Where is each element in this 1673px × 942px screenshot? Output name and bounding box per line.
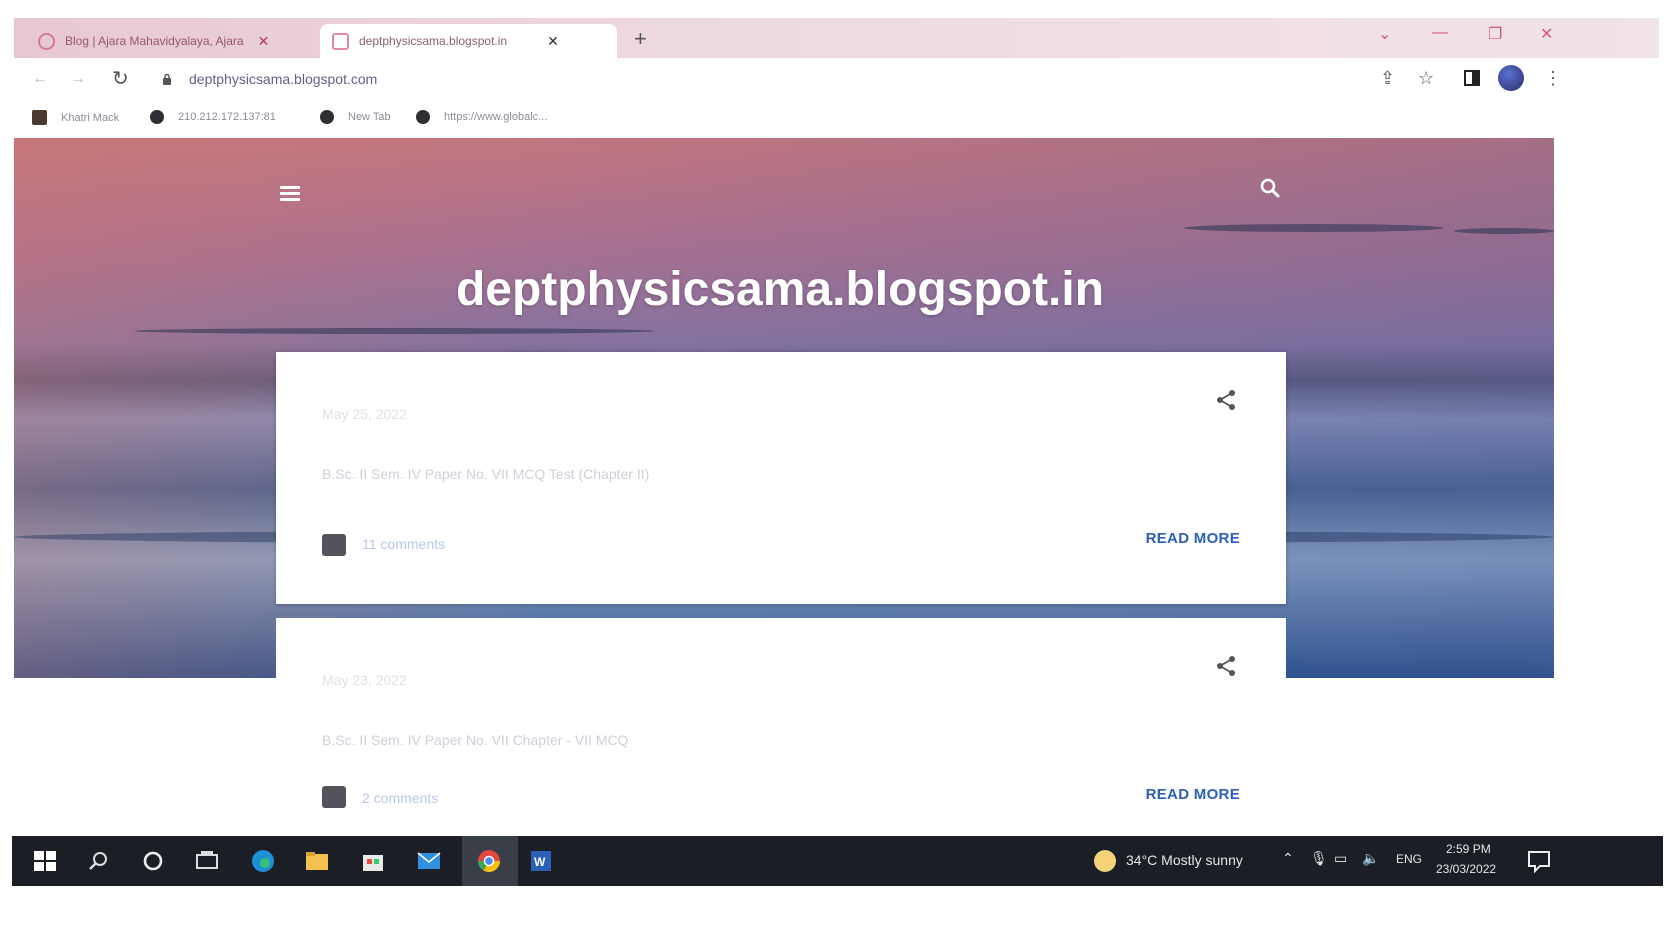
svg-text:W: W — [534, 855, 546, 869]
globe-icon — [416, 110, 430, 124]
bookmark-item[interactable]: Khatri Mack — [32, 110, 119, 125]
chrome-icon[interactable] — [476, 848, 502, 874]
close-window-icon[interactable]: ✕ — [1540, 24, 1553, 44]
store-icon[interactable] — [360, 848, 386, 874]
address-bar[interactable]: deptphysicsama.blogspot.com — [189, 71, 377, 87]
cortana-icon[interactable] — [140, 848, 166, 874]
minimize-icon[interactable]: — — [1432, 24, 1448, 42]
show-hidden-icons-icon[interactable]: ⌃ — [1282, 850, 1294, 867]
comments-link[interactable]: 11 comments — [362, 536, 445, 552]
microphone-icon[interactable]: 🎙 — [1310, 850, 1328, 867]
share-icon[interactable] — [1214, 654, 1238, 678]
restore-icon[interactable]: ❐ — [1488, 24, 1502, 44]
side-panel-icon[interactable] — [1464, 70, 1480, 86]
tab-favicon-icon — [332, 32, 349, 50]
post-title[interactable]: B.Sc. II Sem. IV Paper No. VII Chapter -… — [322, 732, 629, 748]
back-icon[interactable]: ← — [32, 70, 48, 88]
tab-active[interactable]: deptphysicsama.blogspot.in ✕ — [320, 24, 617, 58]
bookmark-label: 210.212.172.137:81 — [178, 111, 276, 123]
blog-title[interactable]: deptphysicsama.blogspot.in — [300, 262, 1260, 317]
globe-icon — [320, 110, 334, 124]
task-view-icon[interactable] — [194, 848, 220, 874]
tab-favicon-icon — [38, 32, 55, 50]
bookmark-item[interactable]: 210.212.172.137:81 — [150, 110, 276, 124]
post-title[interactable]: B.Sc. II Sem. IV Paper No. VII MCQ Test … — [322, 466, 649, 482]
weather-text[interactable]: 34°C Mostly sunny — [1126, 852, 1243, 868]
post-card: May 25, 2022 B.Sc. II Sem. IV Paper No. … — [276, 352, 1286, 604]
globe-icon — [150, 110, 164, 124]
bookmark-label: https://www.globalc... — [444, 111, 548, 123]
tab-search-icon[interactable]: ⌄ — [1378, 24, 1391, 44]
bookmark-item[interactable]: https://www.globalc... — [416, 110, 547, 124]
read-more-button[interactable]: READ MORE — [1146, 786, 1240, 803]
language-indicator[interactable]: ENG — [1396, 852, 1422, 866]
read-more-button[interactable]: READ MORE — [1146, 530, 1240, 547]
profile-avatar[interactable] — [1498, 65, 1524, 91]
word-icon[interactable]: W — [528, 848, 554, 874]
bookmark-star-icon[interactable]: ☆ — [1418, 68, 1434, 89]
bookmarks-bar: Khatri Mack 210.212.172.137:81 New Tab h… — [14, 102, 1659, 138]
cloud-streak — [1454, 228, 1554, 234]
more-menu-icon[interactable]: ⋮ — [1544, 68, 1562, 89]
search-icon[interactable] — [1258, 176, 1282, 200]
post-card: May 23, 2022 B.Sc. II Sem. IV Paper No. … — [276, 618, 1286, 838]
tab-strip: Blog | Ajara Mahavidyalaya, Ajara ✕ dept… — [14, 18, 1659, 58]
forward-icon[interactable]: → — [70, 70, 86, 88]
notifications-icon[interactable] — [1526, 848, 1552, 874]
windows-taskbar: W 34°C Mostly sunny ⌃ 🎙 ▭ 🔈 ENG 2:59 PM … — [12, 836, 1663, 886]
post-date: May 25, 2022 — [322, 406, 407, 422]
close-tab-icon[interactable]: ✕ — [547, 33, 559, 50]
share-icon[interactable] — [1214, 388, 1238, 412]
volume-icon[interactable]: 🔈 — [1362, 850, 1379, 867]
close-tab-icon[interactable]: ✕ — [258, 33, 270, 50]
new-tab-button[interactable]: + — [634, 26, 647, 52]
hamburger-menu-icon[interactable] — [280, 186, 300, 202]
network-icon[interactable]: ▭ — [1334, 850, 1347, 867]
clock-date[interactable]: 23/03/2022 — [1436, 862, 1496, 876]
reload-icon[interactable]: ↻ — [112, 66, 129, 91]
edge-icon[interactable] — [250, 848, 276, 874]
post-date: May 23, 2022 — [322, 672, 407, 688]
mail-icon[interactable] — [416, 848, 442, 874]
browser-toolbar: ← → ↻ deptphysicsama.blogspot.com ⇪ ☆ ⋮ — [14, 58, 1659, 102]
cloud-streak — [1184, 224, 1444, 232]
bookmark-label: Khatri Mack — [61, 111, 120, 124]
bookmark-label: New Tab — [348, 111, 391, 123]
bookmark-favicon-icon — [32, 110, 47, 125]
search-icon[interactable] — [86, 848, 112, 874]
clock-time[interactable]: 2:59 PM — [1446, 842, 1491, 856]
tab-title: Blog | Ajara Mahavidyalaya, Ajara — [65, 34, 244, 48]
comment-icon[interactable] — [322, 534, 346, 556]
bookmark-item[interactable]: New Tab — [320, 110, 391, 124]
lock-icon[interactable] — [162, 73, 172, 85]
weather-sun-icon[interactable] — [1094, 850, 1116, 872]
tab-blog[interactable]: Blog | Ajara Mahavidyalaya, Ajara ✕ — [38, 24, 323, 58]
comments-link[interactable]: 2 comments — [362, 790, 438, 806]
cloud-streak — [134, 328, 654, 334]
share-page-icon[interactable]: ⇪ — [1380, 68, 1395, 89]
windows-start-icon[interactable] — [32, 848, 58, 874]
comment-icon[interactable] — [322, 786, 346, 808]
file-explorer-icon[interactable] — [304, 848, 330, 874]
tab-title: deptphysicsama.blogspot.in — [359, 34, 508, 48]
